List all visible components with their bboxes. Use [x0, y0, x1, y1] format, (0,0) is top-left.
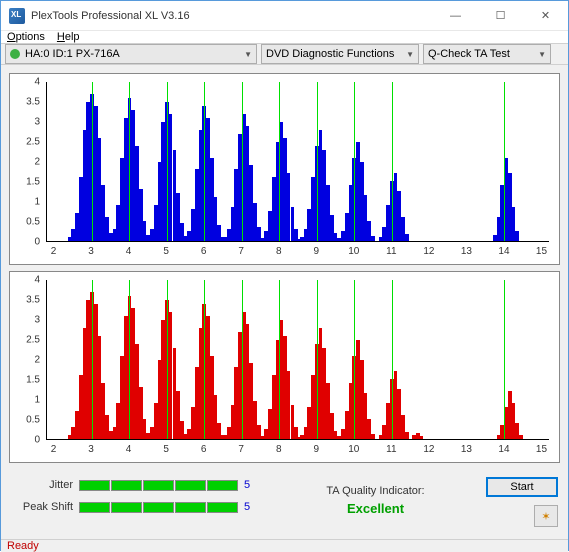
content-area: 00.511.522.533.54 23456789101112131415 0…: [1, 65, 568, 539]
function-select[interactable]: DVD Diagnostic Functions ▼: [261, 44, 419, 64]
minimize-button[interactable]: —: [433, 1, 478, 30]
jitter-meter: [79, 480, 238, 491]
chevron-down-icon: ▼: [406, 50, 414, 59]
status-bar: Ready: [1, 539, 568, 552]
close-button[interactable]: ✕: [523, 1, 568, 30]
test-label: Q-Check TA Test: [428, 48, 510, 60]
device-label: HA:0 ID:1 PX-716A: [25, 48, 120, 60]
chart-bottom: 00.511.522.533.54 23456789101112131415: [9, 271, 560, 463]
peakshift-label: Peak Shift: [11, 501, 73, 513]
start-button[interactable]: Start: [486, 477, 558, 497]
menubar: Options Help: [1, 31, 568, 43]
toolbar: HA:0 ID:1 PX-716A ▼ DVD Diagnostic Funct…: [1, 43, 568, 65]
chart-top: 00.511.522.533.54 23456789101112131415: [9, 73, 560, 265]
test-select[interactable]: Q-Check TA Test ▼: [423, 44, 551, 64]
chevron-down-icon: ▼: [244, 50, 252, 59]
export-icon: ✶: [541, 510, 550, 523]
app-icon: [9, 8, 25, 24]
function-label: DVD Diagnostic Functions: [266, 48, 394, 60]
menu-options[interactable]: Options: [7, 31, 45, 43]
quality-indicator-value: Excellent: [347, 501, 404, 516]
status-text: Ready: [7, 540, 39, 552]
peakshift-value: 5: [244, 501, 250, 513]
quality-panel: Jitter 5 Peak Shift 5 TA Quality Indicat…: [9, 469, 560, 531]
chevron-down-icon: ▼: [538, 50, 546, 59]
quality-indicator-label: TA Quality Indicator:: [326, 485, 424, 497]
jitter-label: Jitter: [11, 479, 73, 491]
menu-help[interactable]: Help: [57, 31, 80, 43]
maximize-button[interactable]: ☐: [478, 1, 523, 30]
titlebar: PlexTools Professional XL V3.16 — ☐ ✕: [1, 1, 568, 31]
window-title: PlexTools Professional XL V3.16: [31, 10, 433, 22]
export-button[interactable]: ✶: [534, 505, 558, 527]
jitter-value: 5: [244, 479, 250, 491]
status-dot-icon: [10, 49, 20, 59]
peakshift-meter: [79, 502, 238, 513]
device-select[interactable]: HA:0 ID:1 PX-716A ▼: [5, 44, 257, 64]
